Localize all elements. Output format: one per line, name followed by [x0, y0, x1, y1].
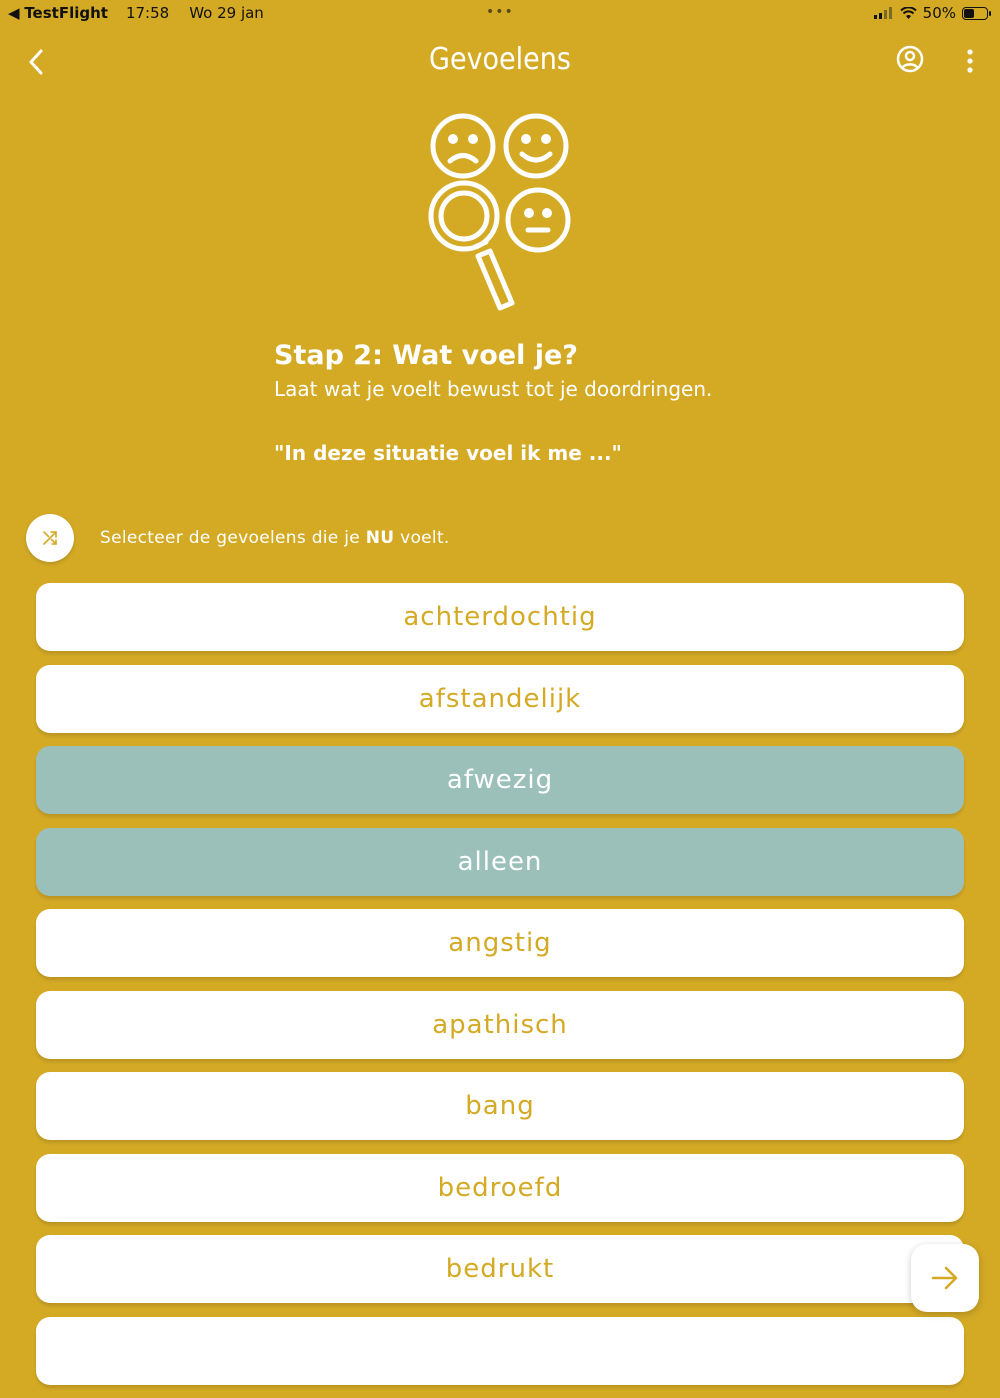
- feeling-option[interactable]: afwezig: [36, 746, 964, 814]
- page-title: Gevoelens: [429, 42, 571, 77]
- step-title: Stap 2: Wat voel je?: [274, 340, 578, 371]
- feeling-option[interactable]: bang: [36, 1072, 964, 1140]
- feeling-option[interactable]: bedroefd: [36, 1153, 964, 1222]
- instruction-after: voelt.: [394, 528, 450, 548]
- step-intro: Stap 2: Wat voel je? Laat wat je voelt b…: [274, 340, 834, 465]
- feeling-label: bedroefd: [437, 1172, 563, 1203]
- signal-icon: [873, 7, 892, 19]
- feeling-option[interactable]: alleen: [36, 827, 964, 896]
- instruction-before: Selecteer de gevoelens die je: [100, 528, 366, 548]
- status-bar: ◀ TestFlight 17:58 Wo 29 jan ••• 50%: [0, 0, 1000, 26]
- wifi-icon: [899, 6, 917, 19]
- feeling-option[interactable]: apathisch: [36, 990, 964, 1059]
- feeling-label: afstandelijk: [418, 683, 582, 714]
- step-subtitle: Laat wat je voelt bewust tot je doordrin…: [274, 377, 713, 401]
- status-date: Wo 29 jan: [189, 4, 264, 22]
- status-left: ◀ TestFlight 17:58 Wo 29 jan: [8, 4, 264, 22]
- battery-percent: 50%: [922, 4, 956, 22]
- instruction-emphasis: NU: [365, 528, 395, 548]
- more-options-button[interactable]: [958, 46, 982, 78]
- feeling-option[interactable]: angstig: [36, 909, 964, 977]
- shuffle-button[interactable]: [26, 514, 74, 562]
- feeling-label: angstig: [448, 928, 552, 958]
- feeling-label: alleen: [457, 846, 543, 877]
- more-vertical-icon: [967, 49, 973, 73]
- faces-magnifier-icon: [420, 108, 580, 318]
- multitask-dots-icon[interactable]: •••: [486, 4, 514, 20]
- profile-button[interactable]: [895, 44, 927, 76]
- back-app-name: TestFlight: [24, 4, 108, 22]
- step-quote: "In deze situatie voel ik me ...": [274, 441, 622, 465]
- feeling-option[interactable]: achterdochtig: [36, 583, 964, 651]
- feeling-label: bang: [465, 1091, 535, 1121]
- feeling-label: apathisch: [432, 1009, 568, 1040]
- feeling-option[interactable]: afstandelijk: [36, 664, 964, 733]
- feelings-list: achterdochtig afstandelijk afwezig alleen an…: [36, 583, 964, 1398]
- nav-bar: Gevoelens: [0, 34, 1000, 90]
- instruction-text: Selecteer de gevoelens die je NU voelt.: [100, 528, 450, 548]
- next-button[interactable]: [911, 1244, 979, 1312]
- feeling-label: afwezig: [446, 765, 554, 795]
- feeling-option[interactable]: bedrukt: [36, 1235, 964, 1303]
- user-circle-icon: [896, 45, 924, 73]
- feeling-label: bedrukt: [445, 1254, 555, 1284]
- status-right: 50%: [873, 4, 991, 22]
- instruction-row: Selecteer de gevoelens die je NU voelt.: [26, 513, 450, 563]
- back-to-app-link[interactable]: ◀ TestFlight: [8, 4, 108, 22]
- feeling-label: achterdochtig: [403, 602, 597, 632]
- battery-icon: [962, 6, 991, 20]
- arrow-right-icon: [931, 1266, 958, 1290]
- feeling-option[interactable]: [36, 1316, 964, 1385]
- status-time: 17:58: [125, 4, 170, 22]
- shuffle-icon: [43, 531, 57, 545]
